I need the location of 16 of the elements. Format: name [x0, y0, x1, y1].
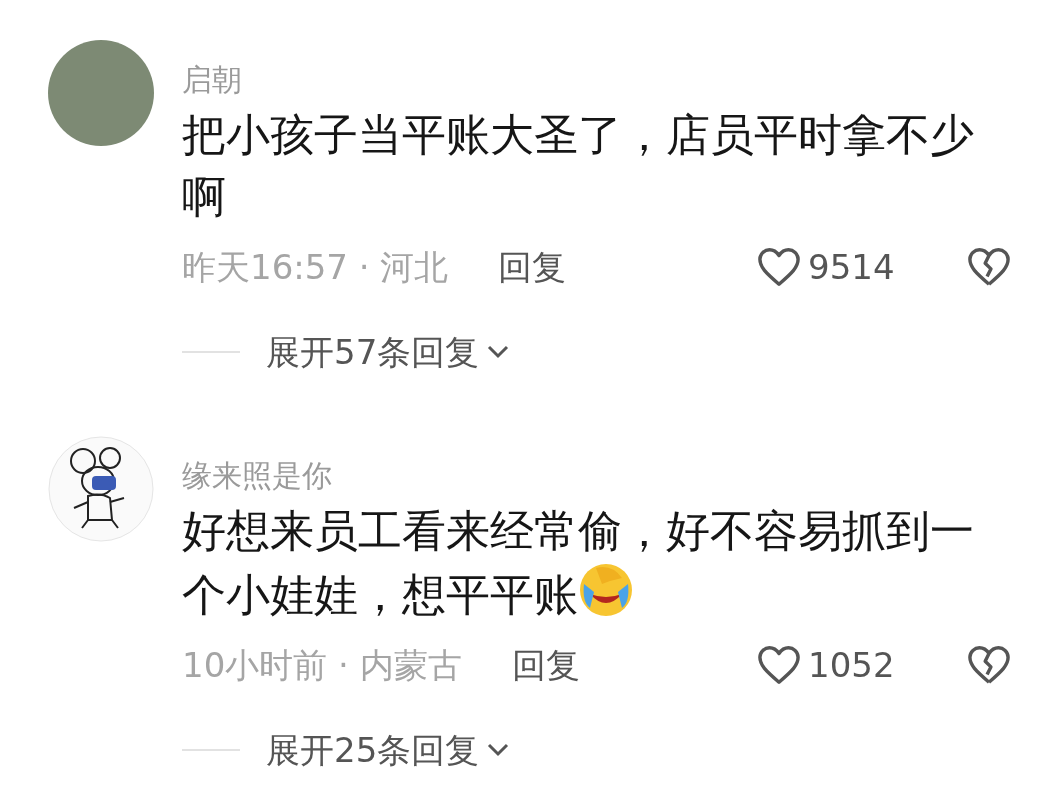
broken-heart-icon[interactable]: [966, 644, 1012, 686]
reply-button[interactable]: 回复: [511, 639, 580, 691]
comment-text: 把小孩子当平账大圣了，店员平时拿不少啊: [182, 108, 975, 224]
like-count: 9514: [808, 245, 895, 289]
heart-icon[interactable]: [756, 644, 802, 686]
expand-replies-button[interactable]: 展开25条回复: [266, 724, 512, 776]
laughing-crying-emoji-icon: [578, 562, 634, 618]
avatar-cartoon-icon[interactable]: [48, 436, 154, 542]
comment-text: 好想来员工看来经常偷，好不容易抓到一个小娃娃，想平平账: [182, 504, 975, 622]
reply-button[interactable]: 回复: [498, 241, 567, 293]
expand-replies-button[interactable]: 展开57条回复: [266, 326, 512, 378]
timestamp-location: 10小时前 · 内蒙古: [182, 643, 462, 687]
like-count: 1052: [808, 643, 895, 687]
broken-heart-icon[interactable]: [966, 246, 1012, 288]
heart-icon[interactable]: [756, 246, 802, 288]
timestamp-location: 昨天16:57 · 河北: [182, 245, 449, 289]
